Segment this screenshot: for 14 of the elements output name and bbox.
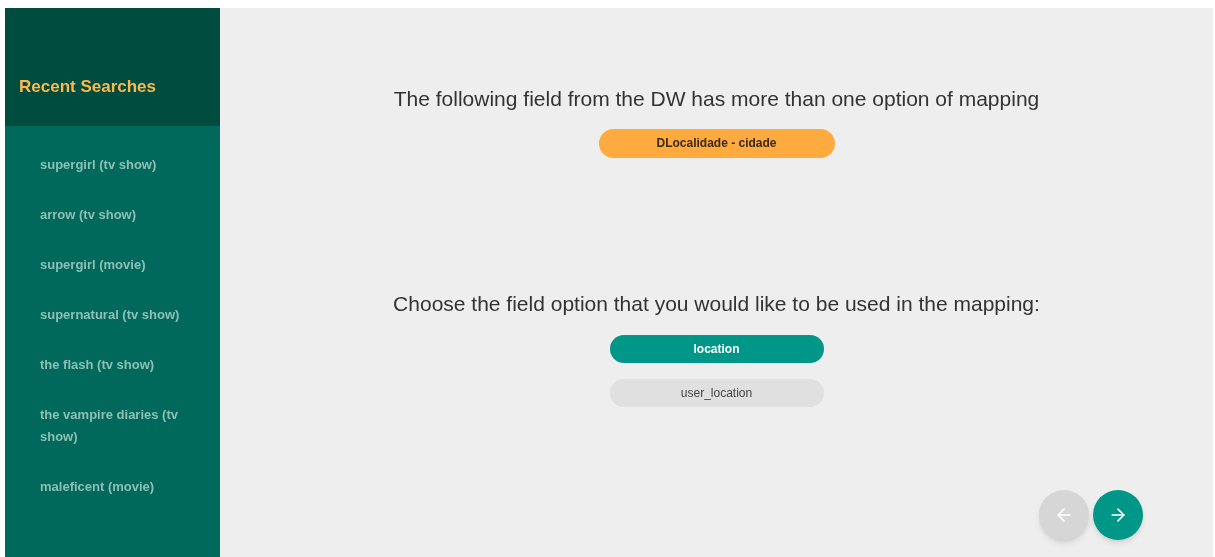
option-button[interactable]: user_location [609, 379, 824, 407]
recent-search-link[interactable]: supernatural (tv show) [40, 304, 190, 326]
recent-search-link[interactable]: maleficent (movie) [40, 476, 190, 498]
sidebar-title: Recent Searches [19, 76, 157, 99]
recent-search-link[interactable]: arrow (tv show) [40, 204, 190, 226]
recent-search-link[interactable]: the flash (tv show) [40, 354, 190, 376]
heading: The following field from the DW has more than one option of mapping [393, 86, 1040, 112]
recent-search-link[interactable]: the vampire diaries (tv show) [40, 404, 190, 448]
prompt: Choose the field option that you would like to be used in the mapping: [393, 290, 1040, 317]
option-button[interactable]: location [609, 335, 824, 363]
recent-search-link[interactable]: supergirl (tv show) [40, 154, 190, 176]
field-chip: DLocalidade - cidade [598, 128, 835, 158]
recent-search-link[interactable]: supergirl (movie) [40, 254, 190, 276]
next-button[interactable] [1093, 490, 1143, 540]
